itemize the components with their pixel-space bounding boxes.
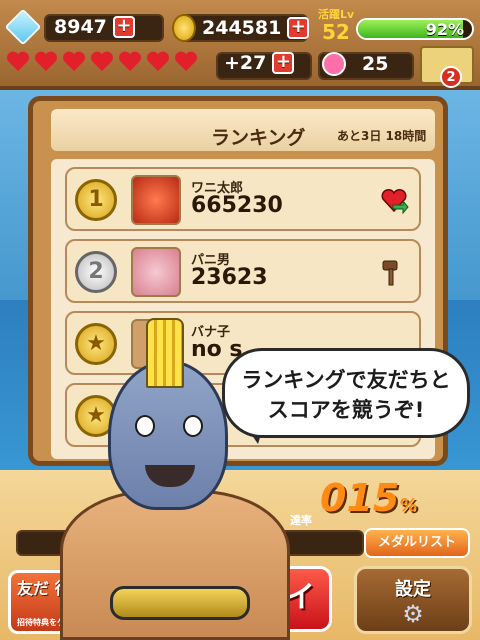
add-coins-button[interactable]: + xyxy=(287,17,310,39)
gem-count: 8947 xyxy=(54,16,107,38)
heart-icon xyxy=(6,52,30,74)
settings-button[interactable]: 設定 ⚙ xyxy=(354,566,472,634)
ranking-remaining-time: あと3日 18時間 xyxy=(337,129,427,143)
heart-icon xyxy=(90,52,114,74)
gem-icon xyxy=(4,8,42,46)
coin-icon xyxy=(172,14,196,42)
star-medal-icon: ★ xyxy=(75,323,117,365)
ranking-row[interactable]: 2 パニ男 23623 xyxy=(65,239,421,303)
gear-icon: ⚙ xyxy=(402,600,424,628)
heart-icon xyxy=(174,52,198,74)
hearts-row xyxy=(6,52,198,74)
exp-bar: 92% xyxy=(356,18,474,40)
mascot-eye xyxy=(135,415,155,437)
avatar xyxy=(131,175,181,225)
champion-belt xyxy=(110,586,250,620)
coin-count: 244581 xyxy=(202,17,282,39)
cp-icon xyxy=(322,52,346,76)
player-score: 665230 xyxy=(191,193,283,218)
heart-icon xyxy=(146,52,170,74)
hearts-bonus-count: +27 xyxy=(224,52,267,74)
speech-line-2: スコアを競うぞ! xyxy=(267,398,425,422)
heart-icon xyxy=(62,52,86,74)
hammer-icon[interactable] xyxy=(379,257,409,287)
speech-line-1: ランキングで友だちと xyxy=(241,368,451,392)
ranking-row[interactable]: 1 ワニ太郎 665230 xyxy=(65,167,421,231)
coin-counter: 244581 + xyxy=(172,14,310,42)
level-number: 52 xyxy=(322,20,350,44)
heart-icon xyxy=(118,52,142,74)
mascot-mohawk xyxy=(146,318,184,388)
settings-label: 設定 xyxy=(395,579,431,600)
avatar xyxy=(131,247,181,297)
exp-percent: 92% xyxy=(425,20,464,39)
hearts-bonus: +27 + xyxy=(224,52,295,74)
heart-icon xyxy=(34,52,58,74)
ranking-title: ランキング xyxy=(211,127,306,149)
status-bar: 8947 + 244581 + 活躍Lv 52 92% +27 + 25 xyxy=(0,0,480,90)
ranking-header: ランキング あと3日 18時間 xyxy=(51,109,435,151)
collection-rate-value: 015 xyxy=(320,476,400,520)
silver-medal-icon: 2 xyxy=(75,251,117,293)
gold-medal-icon: 1 xyxy=(75,179,117,221)
player-score: 23623 xyxy=(191,265,268,290)
level-panel: 活躍Lv 52 92% xyxy=(318,6,478,46)
collection-rate: 015% xyxy=(320,476,417,520)
speech-bubble: ランキングで友だちと スコアを競うぞ! xyxy=(222,348,470,438)
cp-counter: 25 xyxy=(322,52,388,76)
send-heart-icon[interactable] xyxy=(379,185,409,215)
add-gems-button[interactable]: + xyxy=(112,16,135,38)
collection-rate-label: 達率 xyxy=(290,514,312,527)
gem-counter: 8947 + xyxy=(4,8,135,46)
mascot-eye xyxy=(183,415,203,437)
collection-rate-unit: % xyxy=(399,495,418,516)
mascot-mouth xyxy=(145,465,195,487)
cp-count: 25 xyxy=(362,53,389,75)
mail-badge: 2 xyxy=(440,66,462,88)
medal-list-button[interactable]: メダルリスト xyxy=(364,528,470,558)
add-hearts-button[interactable]: + xyxy=(272,52,295,74)
